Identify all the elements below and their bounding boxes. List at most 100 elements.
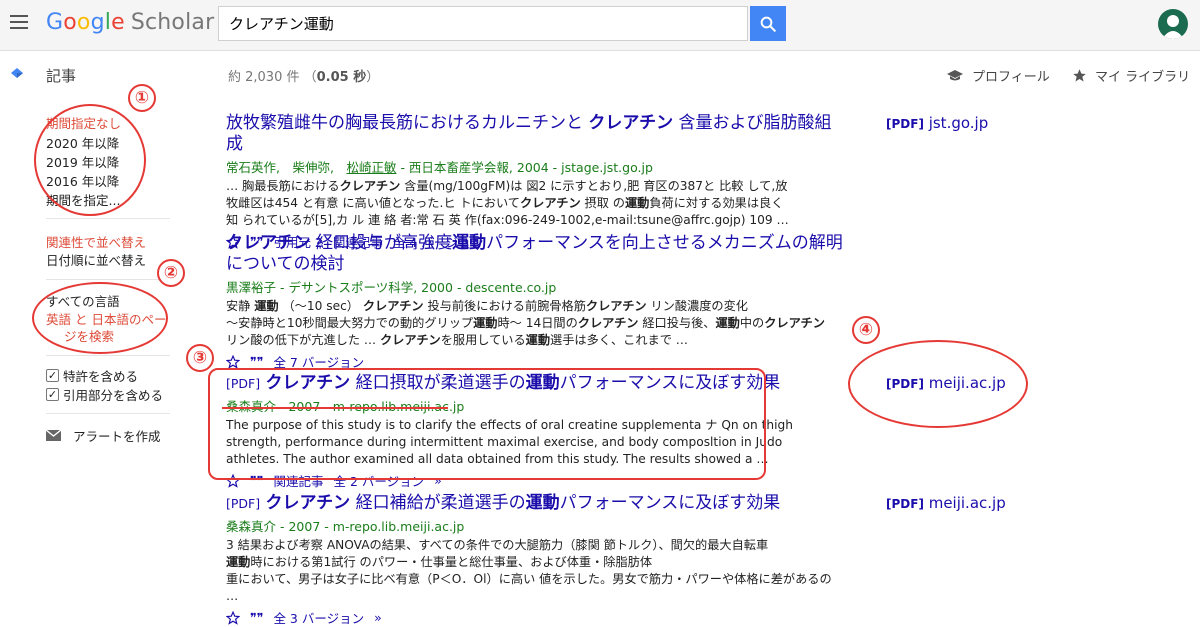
include-patents-checkbox[interactable]: ✓ 特許を含める: [46, 366, 138, 385]
logo-letter: G: [46, 10, 64, 35]
search-result: クレアチン 経口投与が高強度運動パフォーマンスを向上させるメカニズムの解明 につい…: [226, 233, 846, 371]
result-meta: 常石英作, 柴伸弥, 松崎正敏 - 西日本畜産学会報, 2004 - jstag…: [226, 157, 846, 176]
account-avatar[interactable]: [1158, 9, 1188, 39]
create-alert-label: アラートを作成: [73, 429, 161, 444]
annotation-box-3: [208, 368, 766, 480]
logo-letter: g: [90, 10, 105, 35]
filter-since-2020[interactable]: 2020 年以降: [46, 133, 119, 152]
pdf-link[interactable]: [PDF] meiji.ac.jp: [886, 494, 1006, 512]
title-text: 経口投与が高強度: [310, 233, 453, 253]
snippet-line: 重において、男子は女子に比べ有意（P＜O．Ol）に高い 値を示した。男女で筋力・…: [226, 572, 832, 603]
checkbox-checked[interactable]: ✓: [46, 369, 59, 382]
title-text: 放牧繁殖雌牛の胸最長筋におけるカルニチンと: [226, 113, 589, 133]
logo-letter: e: [111, 10, 125, 35]
menu-icon[interactable]: [10, 15, 28, 29]
snippet-line: 安静 運動 （～10 sec） クレアチン 投与前後における前腕骨格筋クレアチン…: [226, 299, 748, 313]
search-box: [218, 6, 748, 41]
title-highlight: クレアチン: [265, 493, 351, 513]
library-label: マイ ライブラリ: [1095, 70, 1191, 85]
checkbox-checked[interactable]: ✓: [46, 388, 59, 401]
snippet-line: リン酸の低下が亢進した … クレアチンを服用している運動選手は多く、これまで …: [226, 333, 688, 347]
scholar-cap-icon: [11, 68, 23, 78]
envelope-icon: [46, 430, 61, 441]
pdf-link[interactable]: [PDF] meiji.ac.jp: [886, 374, 1006, 392]
pdf-tag: [PDF]: [886, 117, 924, 131]
pdf-tag: [PDF]: [886, 377, 924, 391]
author-link[interactable]: 松崎正敏: [346, 160, 396, 175]
annotation-underline: [222, 407, 448, 409]
avatar-icon: [1162, 15, 1184, 39]
create-alert-link[interactable]: アラートを作成: [46, 426, 161, 445]
filter-since-2016[interactable]: 2016 年以降: [46, 171, 119, 190]
include-patents-label: 特許を含める: [63, 369, 139, 384]
search-button[interactable]: [750, 6, 786, 41]
result-meta: 黒澤裕子 - デサントスポーツ科学, 2000 - descente.co.jp: [226, 280, 557, 295]
cite-icon[interactable]: ❞❞: [250, 610, 263, 625]
search-input[interactable]: [219, 7, 747, 40]
sidebar-divider: [46, 413, 170, 414]
result-snippet: … 胸最長筋におけるクレアチン 含量(mg/100gFM)は 図2 に示すとおり…: [226, 178, 846, 229]
more-icon[interactable]: »: [374, 610, 382, 625]
logo-letter: o: [76, 10, 91, 35]
lang-all[interactable]: すべての言語: [46, 291, 120, 310]
annotation-number-1: ①: [128, 84, 156, 112]
versions-link[interactable]: 全 3 バージョン: [273, 608, 364, 627]
filter-any-time[interactable]: 期間指定なし: [46, 113, 121, 132]
filter-custom-range[interactable]: 期間を指定...: [46, 190, 120, 209]
snippet-line: 知 られているが[5],カ ル 連 絡 者:常 石 英 作(fax:096-24…: [226, 213, 789, 227]
count-suffix: ）: [366, 70, 380, 85]
logo-google-text: Google: [46, 10, 125, 35]
cite-icon[interactable]: ❞❞: [250, 354, 263, 369]
result-actions: ❞❞ 全 3 バージョン »: [226, 608, 846, 627]
pdf-domain: jst.go.jp: [928, 114, 989, 132]
snippet-line: ～安静時と10秒間最大努力での動的グリップ運動時～ 14日間のクレアチン 経口投…: [226, 316, 825, 330]
sort-by-date[interactable]: 日付順に並べ替え: [46, 250, 146, 269]
annotation-number-2: ②: [157, 259, 185, 287]
title-highlight: 運動: [452, 233, 487, 253]
include-citations-checkbox[interactable]: ✓ 引用部分を含める: [46, 385, 163, 404]
profile-label: プロフィール: [972, 70, 1050, 85]
snippet-line: … 胸最長筋におけるクレアチン 含量(mg/100gFM)は 図2 に示すとおり…: [226, 179, 788, 193]
star-icon: [1073, 69, 1086, 82]
title-text: についての検討: [226, 254, 345, 274]
save-star-icon[interactable]: [226, 354, 240, 369]
result-snippet: 安静 運動 （～10 sec） クレアチン 投与前後における前腕骨格筋クレアチン…: [226, 298, 846, 349]
title-highlight: 運動: [525, 493, 560, 513]
search-result: [PDF] クレアチン 経口補給が柔道選手の運動パフォーマンスに及ぼす効果 桑森…: [226, 493, 846, 627]
sidebar-divider: [46, 218, 170, 219]
sidebar-divider: [46, 279, 170, 280]
pdf-domain: meiji.ac.jp: [928, 494, 1006, 512]
search-icon: [760, 16, 776, 32]
meta-source: - 西日本畜産学会報, 2004 - jstage.jst.go.jp: [396, 160, 653, 175]
result-title-link[interactable]: [PDF] クレアチン 経口補給が柔道選手の運動パフォーマンスに及ぼす効果: [226, 493, 846, 514]
annotation-number-4: ④: [852, 316, 880, 344]
pdf-domain: meiji.ac.jp: [928, 374, 1006, 392]
snippet-line: 運動時における第1試行 のパワー・仕事量と総仕事量、および体重・除脂肪体: [226, 555, 653, 569]
lang-en-ja-line2[interactable]: ジを検索: [64, 326, 114, 345]
result-meta: 桑森真介 - 2007 - m-repo.lib.meiji.ac.jp: [226, 519, 465, 534]
sort-by-relevance[interactable]: 関連性で並べ替え: [46, 232, 146, 251]
title-text: 経口補給が柔道選手の: [350, 493, 526, 513]
annotation-number-3: ③: [186, 344, 214, 372]
my-library-link[interactable]: マイ ライブラリ: [1072, 66, 1190, 85]
title-text: パフォーマンスに及ぼす効果: [559, 493, 781, 513]
section-title: 記事: [46, 67, 77, 85]
result-title-link[interactable]: クレアチン 経口投与が高強度運動パフォーマンスを向上させるメカニズムの解明 につい…: [226, 233, 846, 275]
result-count: 約 2,030 件 （0.05 秒）: [228, 66, 379, 85]
logo-letter: o: [63, 10, 77, 35]
filter-since-2019[interactable]: 2019 年以降: [46, 152, 119, 171]
graduation-cap-icon: [947, 69, 963, 80]
title-highlight: クレアチン: [226, 233, 311, 253]
count-time: 0.05 秒: [316, 70, 367, 85]
include-citations-label: 引用部分を含める: [63, 388, 164, 403]
pdf-link[interactable]: [PDF] jst.go.jp: [886, 114, 988, 132]
save-star-icon[interactable]: [226, 610, 240, 625]
google-scholar-logo[interactable]: Google Scholar: [46, 10, 214, 35]
result-title-link[interactable]: 放牧繁殖雌牛の胸最長筋におけるカルニチンと クレアチン 含量および脂肪酸組成: [226, 113, 846, 155]
meta-authors: 常石英作, 柴伸弥,: [226, 160, 347, 175]
profile-link[interactable]: プロフィール: [946, 66, 1050, 85]
snippet-line: 3 結果および考察 ANOVAの結果、すべての条件での大腿筋力（膝関 節トルク）…: [226, 538, 769, 552]
title-highlight: クレアチン: [588, 113, 674, 133]
top-bar: Google Scholar: [0, 0, 1200, 51]
logo-scholar-text: Scholar: [130, 10, 215, 35]
